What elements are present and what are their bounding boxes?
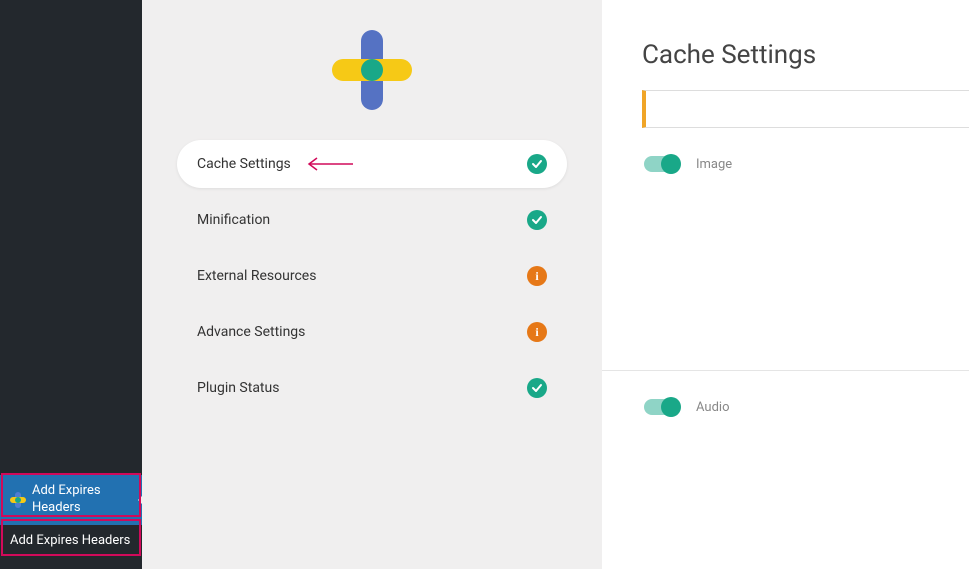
plugin-logo xyxy=(332,30,412,110)
checkmark-icon xyxy=(527,210,547,230)
checkmark-icon xyxy=(527,154,547,174)
toggle-row-audio: Audio xyxy=(642,391,969,423)
toggle-image[interactable] xyxy=(644,156,678,172)
nav-cache-settings[interactable]: Cache Settings xyxy=(177,140,567,188)
info-icon xyxy=(527,266,547,286)
toggle-label: Audio xyxy=(696,400,729,415)
nav-label: Cache Settings xyxy=(197,156,291,172)
section-divider xyxy=(602,370,969,371)
checkmark-icon xyxy=(527,378,547,398)
toggle-row-image: Image xyxy=(642,148,969,180)
plugin-logo-icon xyxy=(10,492,26,508)
annotation-arrow-icon xyxy=(303,156,353,172)
page-title: Cache Settings xyxy=(642,40,969,70)
wp-admin-sidebar: Add Expires Headers Add Expires Headers xyxy=(0,0,142,569)
nav-external-resources[interactable]: External Resources xyxy=(177,252,567,300)
notice-bar xyxy=(642,90,969,128)
info-icon xyxy=(527,322,547,342)
wp-submenu-add-expires-headers[interactable]: Add Expires Headers xyxy=(0,525,142,556)
nav-label: Plugin Status xyxy=(197,380,279,396)
nav-label: External Resources xyxy=(197,268,316,284)
nav-advance-settings[interactable]: Advance Settings xyxy=(177,308,567,356)
plugin-nav-panel: Cache Settings Minification External Res… xyxy=(142,0,602,569)
toggle-label: Image xyxy=(696,157,732,172)
toggle-audio[interactable] xyxy=(644,399,678,415)
content-panel: Cache Settings Image Audio xyxy=(602,0,969,569)
nav-plugin-status[interactable]: Plugin Status xyxy=(177,364,567,412)
wp-menu-add-expires-headers[interactable]: Add Expires Headers xyxy=(0,475,142,525)
nav-label: Advance Settings xyxy=(197,324,305,340)
nav-label: Minification xyxy=(197,212,270,228)
wp-menu-label: Add Expires Headers xyxy=(32,483,132,517)
wp-submenu-label: Add Expires Headers xyxy=(10,533,130,548)
plugin-nav-list: Cache Settings Minification External Res… xyxy=(177,140,567,412)
nav-minification[interactable]: Minification xyxy=(177,196,567,244)
